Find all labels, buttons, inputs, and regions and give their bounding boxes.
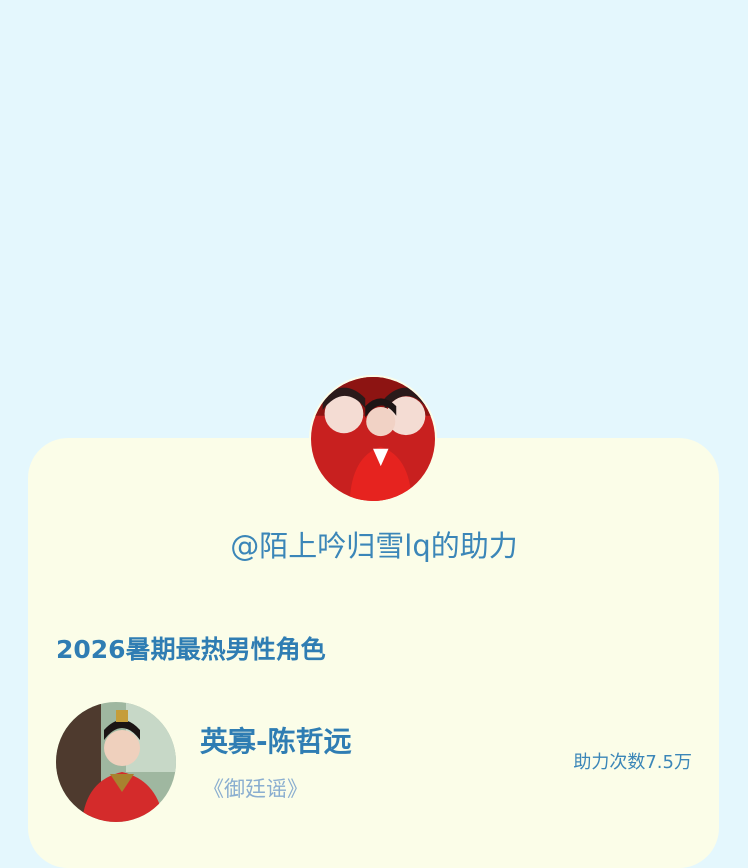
drama-title: 《御廷谣》 bbox=[203, 777, 308, 801]
category-title: 2026暑期最热男性角色 bbox=[56, 635, 326, 664]
helper-text: @陌上吟归雪lq的助力 bbox=[230, 529, 518, 563]
character-name: 英寡-陈哲远 bbox=[200, 725, 352, 758]
vote-count: 助力次数7.5万 bbox=[573, 752, 692, 773]
user-avatar-photo-icon bbox=[311, 377, 435, 501]
character-photo-icon bbox=[56, 702, 176, 822]
character-avatar[interactable] bbox=[56, 702, 176, 822]
user-avatar[interactable] bbox=[309, 375, 437, 503]
